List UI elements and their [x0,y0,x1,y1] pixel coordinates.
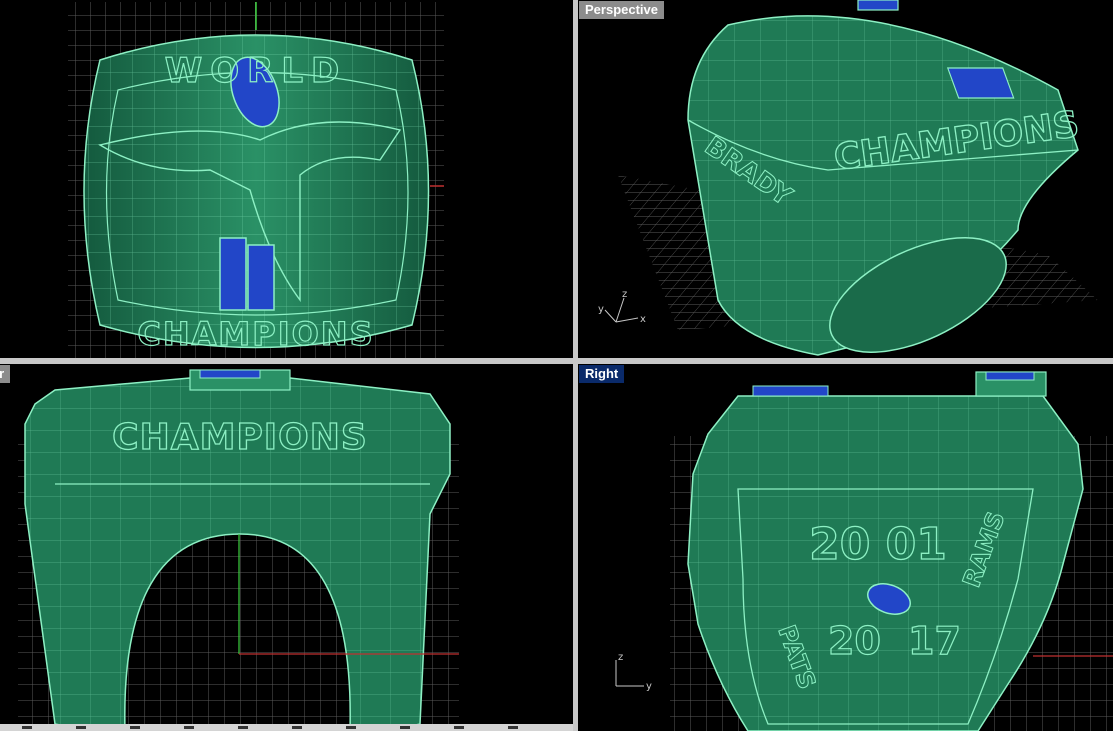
year-text: 20 01 [809,519,947,570]
axis-x-label: x [640,314,646,325]
viewport-label-right[interactable]: Right [579,365,625,383]
viewport-top[interactable]: WORLD CHAMPIONS [0,0,573,358]
top-view-canvas[interactable]: WORLD CHAMPIONS [0,0,573,358]
front-view-canvas[interactable]: CHAMPIONS [0,364,573,731]
right-view-canvas[interactable]: 20 01 PATS 20 17 RAMS z y [578,364,1113,731]
viewport-label-perspective[interactable]: Perspective [579,1,664,19]
score-pats: 20 [828,619,881,663]
viewport-label-front[interactable]: ger [0,365,11,383]
axis-triad: z y [615,652,652,692]
viewport-right[interactable]: 20 01 PATS 20 17 RAMS z y Right [578,364,1113,731]
status-strip [0,724,573,731]
gem-stripe [752,385,829,397]
ring-top-model[interactable]: WORLD CHAMPIONS [83,34,430,354]
gem-top [985,371,1035,381]
gem-stripe [247,244,275,311]
gem-stripe [946,67,1015,99]
world-text: WORLD [165,51,347,91]
champions-text-front: CHAMPIONS [112,417,368,458]
axis-z-label: z [618,652,623,663]
axis-triad: x z y [598,289,646,325]
gem-stripe [219,237,247,311]
viewport-front[interactable]: CHAMPIONS ger [0,364,573,731]
axis-y-label: y [646,681,652,692]
axis-y-label: y [598,304,604,315]
perspective-view-canvas[interactable]: CHAMPIONS BRADY x z y [578,0,1113,358]
gem-top [199,369,261,379]
score-rams: 17 [908,619,961,663]
champions-text-top: CHAMPIONS [137,315,374,353]
viewport-perspective[interactable]: CHAMPIONS BRADY x z y Perspective [578,0,1113,358]
axis-z-label: z [622,289,627,300]
gem-top [857,0,899,11]
